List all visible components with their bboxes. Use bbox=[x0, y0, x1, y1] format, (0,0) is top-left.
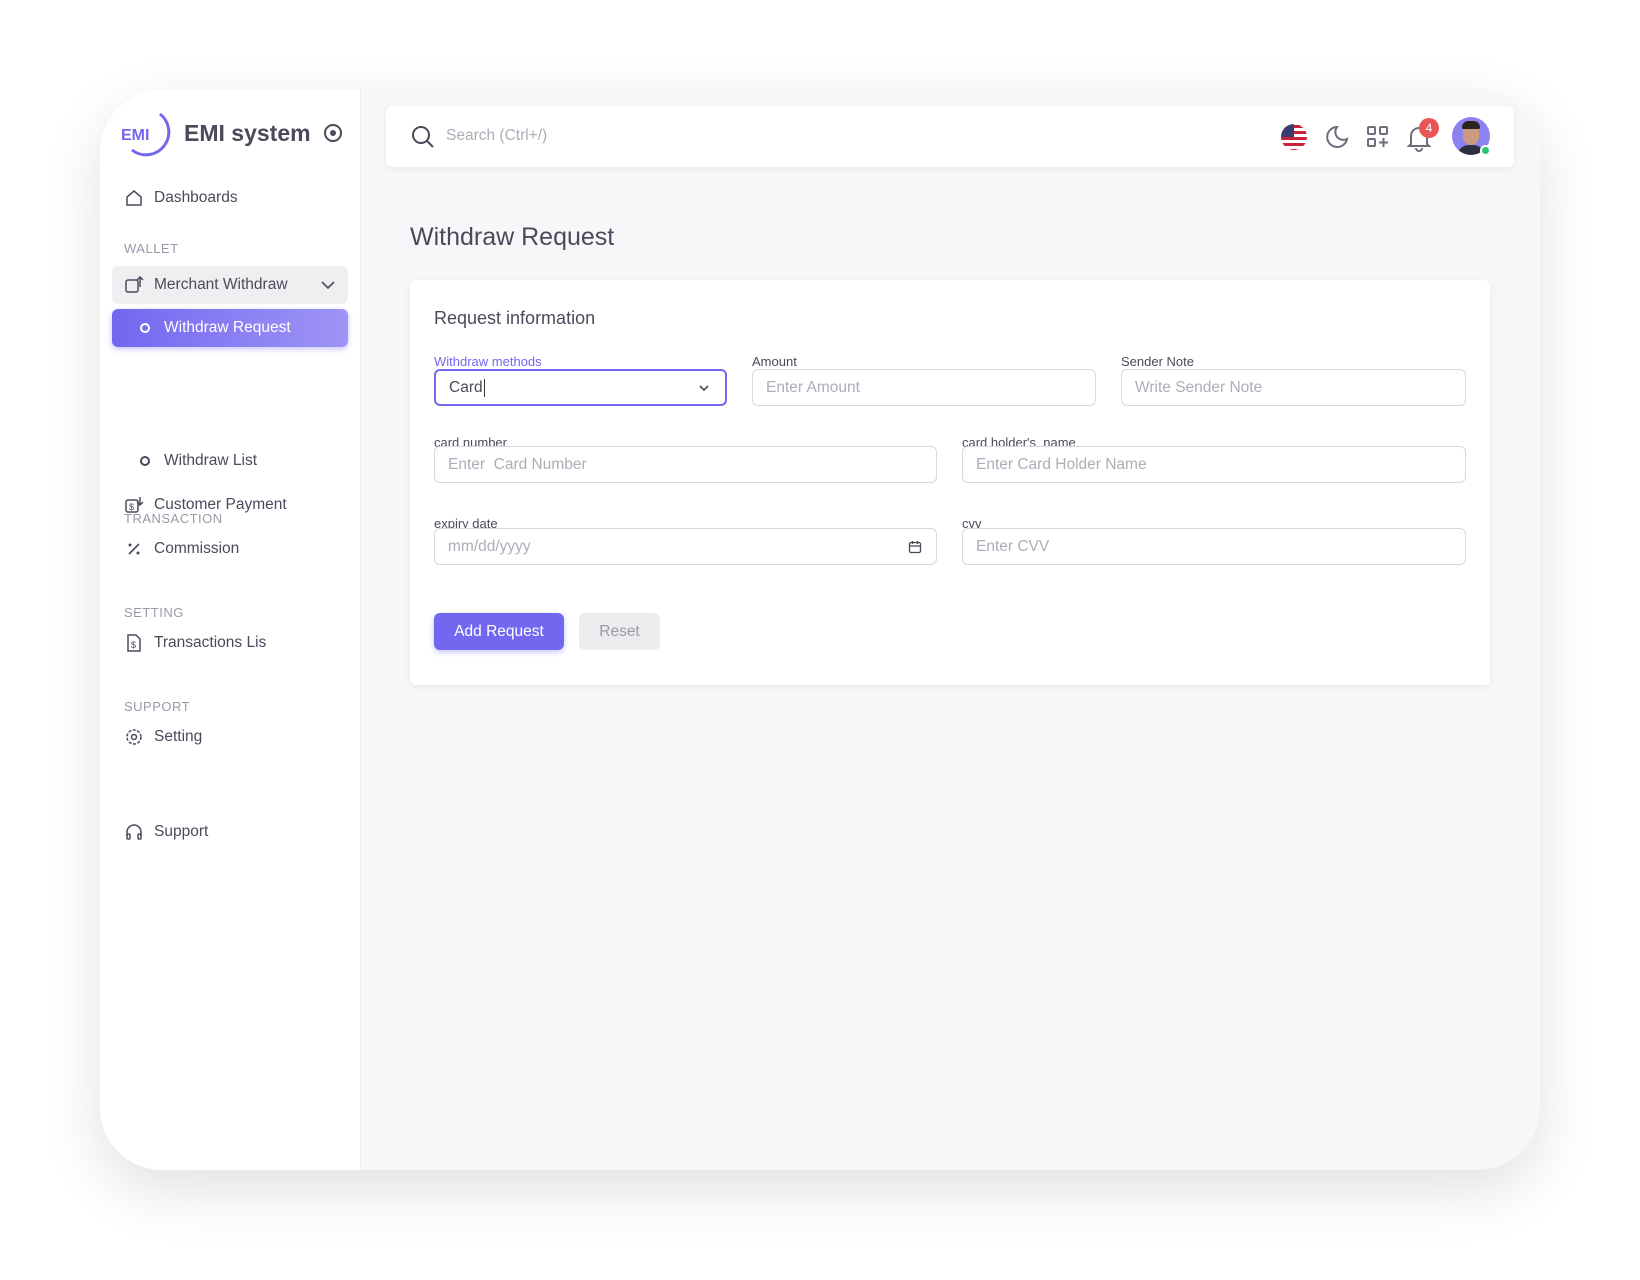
notification-badge: 4 bbox=[1419, 118, 1439, 138]
sidebar-item-label: Withdraw List bbox=[164, 452, 258, 469]
cvv-input[interactable]: Enter CVV bbox=[962, 528, 1466, 565]
search-icon bbox=[412, 126, 434, 148]
withdraw-icon bbox=[125, 275, 144, 293]
section-support: SUPPORT bbox=[124, 699, 191, 714]
amount-input[interactable]: Enter Amount bbox=[752, 369, 1096, 406]
pin-sidebar-icon[interactable] bbox=[324, 124, 342, 142]
online-status-dot bbox=[1480, 145, 1491, 156]
sidebar-item-label: Commission bbox=[154, 540, 240, 557]
sender-note-label: Sender Note bbox=[1121, 354, 1194, 369]
sidebar: EMI EMI system Dashboards WALLET Merchan… bbox=[100, 90, 361, 1170]
section-setting: SETTING bbox=[124, 605, 184, 620]
sidebar-item-withdraw-list[interactable]: Withdraw List bbox=[140, 449, 257, 473]
sidebar-item-withdraw-request[interactable]: Withdraw Request bbox=[112, 309, 348, 347]
sidebar-item-label: Setting bbox=[154, 728, 203, 745]
add-request-button[interactable]: Add Request bbox=[434, 613, 564, 650]
logo: EMI bbox=[121, 112, 171, 157]
sidebar-item-setting[interactable]: Setting bbox=[124, 725, 202, 749]
reset-button[interactable]: Reset bbox=[579, 613, 660, 650]
section-wallet: WALLET bbox=[124, 241, 179, 256]
flag-us-icon[interactable] bbox=[1280, 123, 1308, 151]
card-holder-input[interactable]: Enter Card Holder Name bbox=[962, 446, 1466, 483]
chevron-down-icon bbox=[321, 281, 335, 290]
sidebar-item-label: Support bbox=[154, 823, 209, 840]
svg-text:EMI: EMI bbox=[121, 127, 149, 144]
withdraw-methods-select[interactable]: Card bbox=[434, 369, 727, 406]
svg-text:$: $ bbox=[131, 640, 136, 650]
sidebar-item-transactions[interactable]: $ Transactions Lis bbox=[124, 631, 266, 655]
percent-icon bbox=[128, 543, 140, 555]
sidebar-item-label: Withdraw Request bbox=[164, 319, 291, 336]
merchant-withdraw-row[interactable]: Merchant Withdraw bbox=[124, 273, 336, 297]
expiry-placeholder: mm/dd/yyyy bbox=[448, 537, 531, 555]
sidebar-item-commission[interactable]: Commission bbox=[124, 537, 239, 561]
circle-icon bbox=[140, 323, 150, 333]
request-form-card: Request information Withdraw methods Car… bbox=[410, 280, 1490, 685]
gear-icon bbox=[126, 729, 142, 745]
section-transaction: TRANSACTION bbox=[124, 511, 223, 526]
withdraw-methods-label: Withdraw methods bbox=[434, 354, 542, 369]
page-title: Withdraw Request bbox=[410, 223, 615, 251]
moon-icon[interactable] bbox=[1324, 124, 1350, 150]
calendar-icon[interactable] bbox=[908, 540, 922, 554]
section-title: Request information bbox=[434, 308, 596, 328]
card-number-input[interactable]: Enter Card Number bbox=[434, 446, 937, 483]
top-bar: Search (Ctrl+/) 4 bbox=[386, 106, 1514, 167]
home-icon bbox=[126, 190, 142, 206]
sidebar-item-dashboards[interactable]: Dashboards bbox=[124, 186, 238, 210]
sidebar-item-label: Dashboards bbox=[154, 189, 238, 206]
headphones-icon bbox=[126, 824, 142, 840]
apps-grid-icon[interactable] bbox=[1366, 125, 1390, 149]
amount-label: Amount bbox=[752, 354, 797, 369]
selected-value: Card bbox=[449, 378, 483, 396]
circle-icon bbox=[140, 456, 150, 466]
sidebar-item-support[interactable]: Support bbox=[124, 820, 208, 844]
sidebar-item-label: Transactions Lis bbox=[154, 634, 267, 651]
brand-name: EMI system bbox=[184, 120, 311, 146]
app-window: EMI EMI system Dashboards WALLET Merchan… bbox=[100, 90, 1540, 1170]
search-input[interactable]: Search (Ctrl+/) bbox=[446, 127, 547, 145]
chevron-down-icon bbox=[699, 384, 709, 391]
expiry-date-input[interactable]: mm/dd/yyyy bbox=[434, 528, 937, 565]
sidebar-item-label: Merchant Withdraw bbox=[154, 276, 288, 293]
sender-note-input[interactable]: Write Sender Note bbox=[1121, 369, 1466, 406]
document-dollar-icon: $ bbox=[127, 634, 141, 652]
